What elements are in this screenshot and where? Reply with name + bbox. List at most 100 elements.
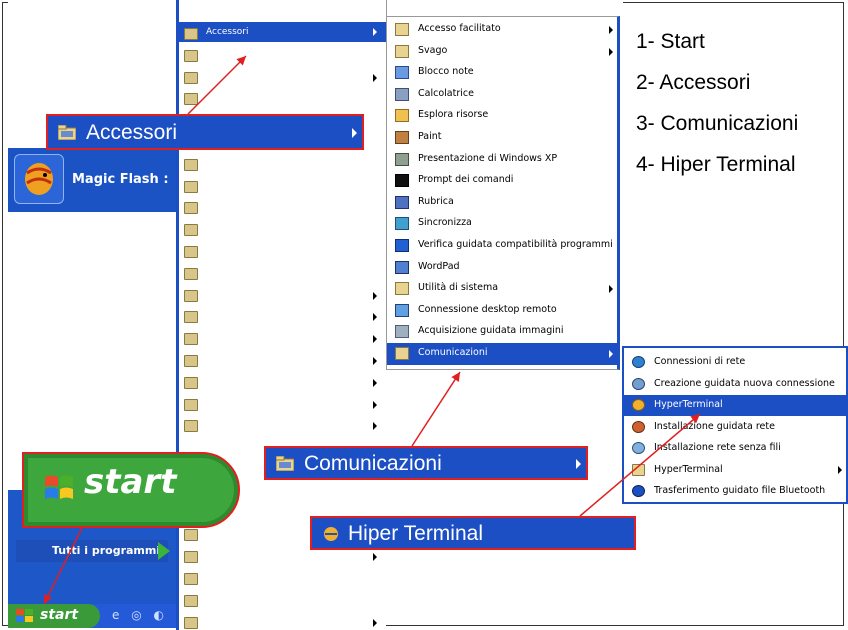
folder-icon[interactable]	[184, 573, 198, 585]
folder-icon	[395, 44, 409, 58]
menu-top-edge	[386, 0, 623, 16]
accessori-menu-item[interactable]: Comunicazioni	[387, 343, 618, 365]
network-setup-icon	[632, 420, 645, 433]
tour-icon	[395, 152, 409, 166]
windows-logo-icon	[16, 609, 33, 622]
folder-icon[interactable]	[184, 616, 198, 629]
accessori-menu-item[interactable]: Prompt dei comandi	[387, 170, 618, 192]
accessori-menu-item-label: Prompt dei comandi	[418, 174, 514, 186]
quick-launch-icons[interactable]: e ◎ ◐	[112, 608, 168, 622]
legend-item: 1- Start	[636, 30, 705, 53]
accessori-menu-item-label: Sincronizza	[418, 217, 472, 229]
scanner-icon	[395, 325, 409, 339]
comunicazioni-menu-item[interactable]: HyperTerminal	[624, 460, 846, 481]
submenu-arrow-icon	[373, 73, 377, 82]
accessori-menu-item-label: Presentazione di Windows XP	[418, 152, 558, 164]
program-item-label: Accessori	[206, 27, 249, 37]
folder-icon[interactable]	[184, 28, 198, 40]
folder-icon[interactable]	[184, 355, 198, 367]
folder-icon[interactable]	[184, 180, 198, 193]
accessori-menu-item-label: Blocco note	[418, 66, 474, 78]
comunicazioni-menu-item[interactable]: Connessioni di rete	[624, 352, 846, 373]
submenu-arrow-icon	[373, 335, 377, 344]
notepad-icon	[395, 66, 409, 80]
accessori-menu-item[interactable]: Paint	[387, 127, 618, 149]
folder-icon	[58, 125, 76, 140]
folder-icon	[632, 463, 645, 476]
accessori-menu-item[interactable]: Accesso facilitato	[387, 19, 618, 41]
windows-logo-icon	[45, 475, 73, 499]
wireless-icon	[632, 442, 645, 454]
folder-icon[interactable]	[184, 49, 198, 62]
accessori-menu-item[interactable]: Calcolatrice	[387, 84, 618, 106]
comunicazioni-submenu: Connessioni di rete Creazione guidata nuo…	[622, 346, 848, 504]
accessori-menu-item-label: Acquisizione guidata immagini	[418, 325, 564, 337]
folder-icon[interactable]	[184, 224, 198, 237]
start-label: start	[40, 607, 79, 623]
callout-start-label: start	[84, 462, 177, 502]
wordpad-icon	[395, 260, 409, 274]
accessori-menu-item[interactable]: Presentazione di Windows XP	[387, 149, 618, 171]
comunicazioni-menu-item[interactable]: Trasferimento guidato file Bluetooth	[624, 481, 846, 502]
all-programs-button[interactable]: Tutti i programmi	[16, 540, 170, 562]
comunicazioni-menu-item[interactable]: Creazione guidata nuova connessione	[624, 374, 846, 395]
submenu-arrow-icon	[838, 465, 842, 474]
folder-icon[interactable]	[184, 333, 198, 346]
folder-icon	[395, 282, 409, 296]
explorer-icon	[395, 109, 409, 123]
accessori-menu-item[interactable]: Blocco note	[387, 62, 618, 84]
comunicazioni-menu-item-label: HyperTerminal	[654, 463, 723, 475]
pinned-program-label[interactable]: Magic Flash :	[72, 172, 169, 187]
magic-flash-icon	[14, 154, 64, 204]
callout-hiper-terminal: Hiper Terminal	[310, 516, 636, 550]
accessori-menu-item[interactable]: Acquisizione guidata immagini	[387, 321, 618, 343]
folder-icon	[395, 347, 409, 360]
folder-icon[interactable]	[184, 551, 198, 564]
callout-accessori-label: Accessori	[86, 121, 178, 144]
all-programs-label: Tutti i programmi	[52, 544, 161, 557]
legend-item: 2- Accessori	[636, 71, 751, 94]
comunicazioni-menu-item[interactable]: HyperTerminal	[624, 395, 846, 416]
folder-icon[interactable]	[184, 158, 198, 171]
sync-icon	[395, 217, 409, 231]
wizard-icon	[632, 377, 645, 390]
folder-icon[interactable]	[184, 376, 198, 389]
folder-icon[interactable]	[184, 420, 198, 433]
folder-icon	[395, 23, 409, 36]
folder-icon	[276, 456, 294, 471]
submenu-arrow-icon	[609, 47, 613, 56]
folder-icon[interactable]	[184, 246, 198, 258]
accessori-menu-item[interactable]: Rubrica	[387, 192, 618, 214]
submenu-arrow-icon	[373, 618, 377, 627]
folder-icon[interactable]	[184, 267, 198, 280]
folder-icon[interactable]	[184, 398, 198, 411]
folder-icon[interactable]	[184, 529, 198, 542]
submenu-arrow-icon	[609, 350, 613, 358]
accessori-menu-item[interactable]: Utilità di sistema	[387, 278, 618, 300]
accessori-menu-item[interactable]: Esplora risorse	[387, 105, 618, 127]
accessori-menu-item[interactable]: Svago	[387, 41, 618, 63]
callout-comunicazioni-label: Comunicazioni	[304, 452, 442, 475]
accessori-menu-item[interactable]: WordPad	[387, 257, 618, 279]
folder-icon[interactable]	[184, 311, 198, 324]
callout-start: start	[22, 452, 240, 528]
comunicazioni-menu-item-label: Installazione rete senza fili	[654, 442, 781, 453]
submenu-arrow-icon	[352, 128, 357, 138]
accessori-menu-item[interactable]: Sincronizza	[387, 213, 618, 235]
remote-desktop-icon	[395, 303, 409, 317]
accessori-menu-item-label: Esplora risorse	[418, 109, 489, 121]
accessori-menu-item-label: Paint	[418, 131, 442, 142]
folder-icon[interactable]	[184, 71, 198, 84]
folder-icon[interactable]	[184, 202, 198, 215]
submenu-arrow-icon	[373, 291, 377, 300]
folder-icon[interactable]	[184, 93, 198, 106]
hyperterminal-icon	[324, 527, 338, 541]
folder-icon[interactable]	[184, 594, 198, 607]
comunicazioni-menu-item-label: Connessioni di rete	[654, 356, 746, 367]
accessori-menu-item[interactable]: Connessione desktop remoto	[387, 300, 618, 322]
start-button[interactable]: start	[8, 604, 100, 628]
comunicazioni-menu-item[interactable]: Installazione rete senza fili	[624, 438, 846, 459]
folder-icon[interactable]	[184, 289, 198, 302]
accessori-menu-item[interactable]: Verifica guidata compatibilità programmi	[387, 235, 618, 257]
comunicazioni-menu-item[interactable]: Installazione guidata rete	[624, 417, 846, 438]
